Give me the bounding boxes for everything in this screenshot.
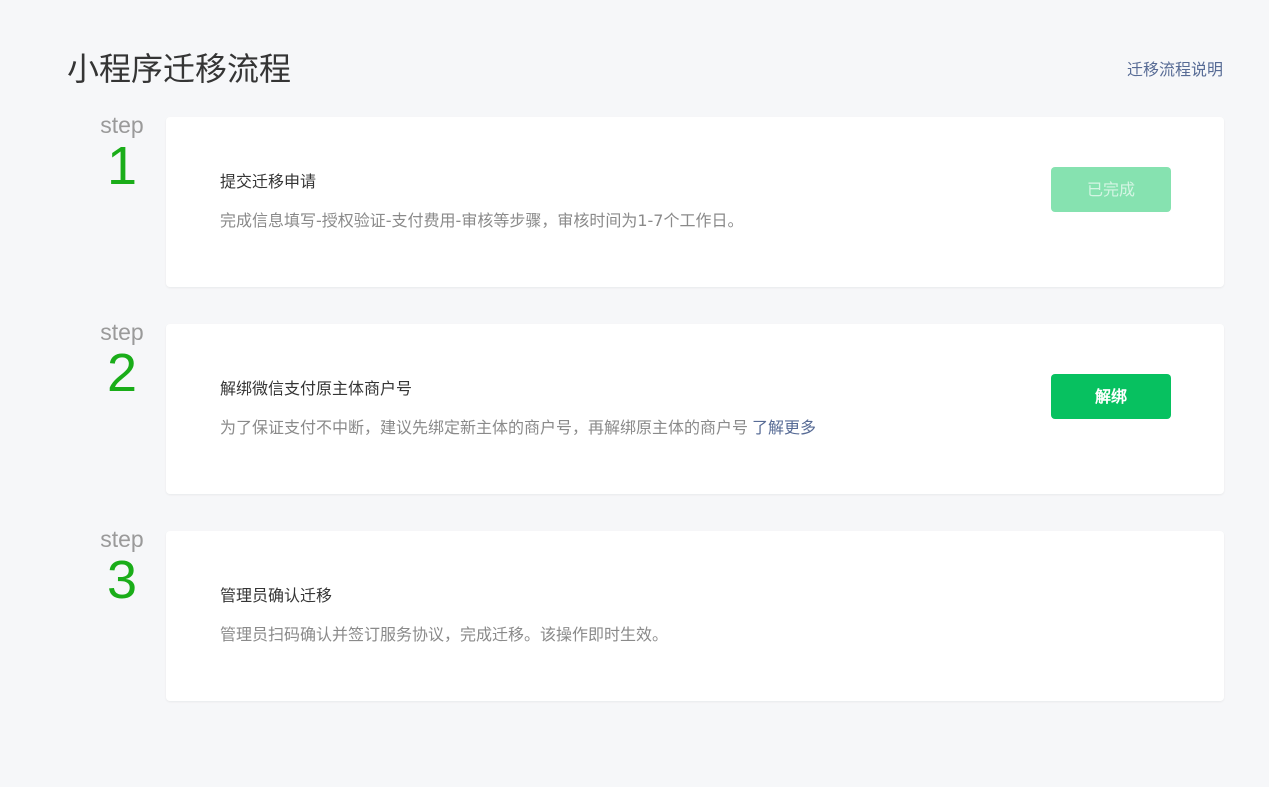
step-description: 管理员扫码确认并签订服务协议，完成迁移。该操作即时生效。 bbox=[220, 625, 669, 644]
page: 小程序迁移流程 迁移流程说明 step 1 提交迁移申请 完成信息填写-授权验证… bbox=[0, 0, 1269, 787]
step-1: step 1 提交迁移申请 完成信息填写-授权验证-支付费用-审核等步骤，审核时… bbox=[0, 112, 1269, 287]
step-2: step 2 解绑微信支付原主体商户号 为了保证支付不中断，建议先绑定新主体的商… bbox=[0, 319, 1269, 494]
step-description: 为了保证支付不中断，建议先绑定新主体的商户号，再解绑原主体的商户号 了解更多 bbox=[220, 417, 816, 439]
step-card: 管理员确认迁移 管理员扫码确认并签订服务协议，完成迁移。该操作即时生效。 bbox=[166, 531, 1224, 701]
step-3: step 3 管理员确认迁移 管理员扫码确认并签订服务协议，完成迁移。该操作即时… bbox=[0, 526, 1269, 701]
learn-more-link[interactable]: 了解更多 bbox=[752, 418, 816, 437]
step-number: 2 bbox=[106, 343, 138, 403]
step-card: 提交迁移申请 完成信息填写-授权验证-支付费用-审核等步骤，审核时间为1-7个工… bbox=[166, 117, 1224, 287]
step-label: step bbox=[100, 526, 144, 552]
step-title: 管理员确认迁移 bbox=[220, 586, 333, 605]
step-description-text: 为了保证支付不中断，建议先绑定新主体的商户号，再解绑原主体的商户号 bbox=[220, 418, 749, 437]
step-title: 解绑微信支付原主体商户号 bbox=[220, 379, 413, 398]
step-label: step bbox=[100, 112, 144, 138]
completed-button: 已完成 bbox=[1051, 167, 1171, 212]
step-number: 1 bbox=[106, 136, 138, 196]
step-label: step bbox=[100, 319, 144, 345]
unbind-button[interactable]: 解绑 bbox=[1051, 374, 1171, 419]
step-number: 3 bbox=[106, 550, 138, 610]
page-title: 小程序迁移流程 bbox=[67, 50, 292, 88]
step-description: 完成信息填写-授权验证-支付费用-审核等步骤，审核时间为1-7个工作日。 bbox=[220, 211, 744, 230]
step-title: 提交迁移申请 bbox=[220, 172, 317, 191]
step-card: 解绑微信支付原主体商户号 为了保证支付不中断，建议先绑定新主体的商户号，再解绑原… bbox=[166, 324, 1224, 494]
migration-guide-link[interactable]: 迁移流程说明 bbox=[1127, 59, 1223, 81]
